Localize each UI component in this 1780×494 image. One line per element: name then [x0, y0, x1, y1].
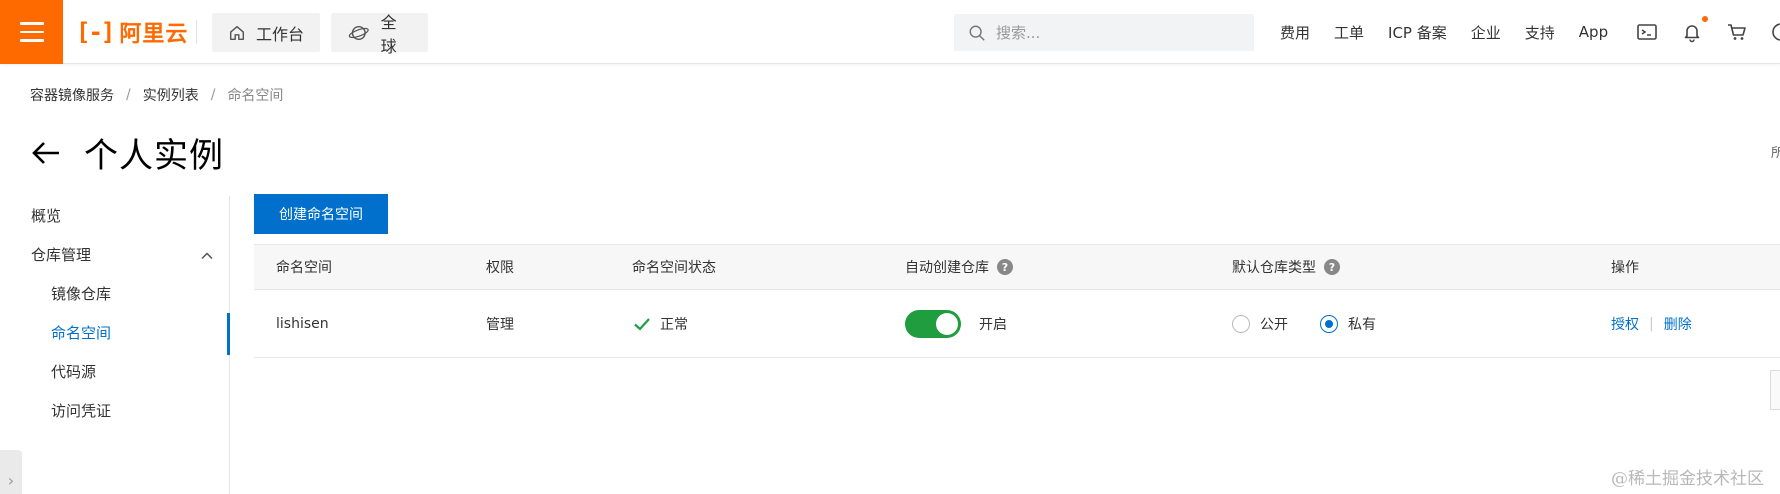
sidebar-item-code-source[interactable]: 代码源: [51, 361, 96, 382]
radio-private[interactable]: [1320, 314, 1338, 333]
terminal-icon[interactable]: [1636, 21, 1658, 43]
sidebar: 概览 仓库管理 镜像仓库 命名空间 代码源 访问凭证: [0, 196, 230, 494]
auto-create-state-label: 开启: [979, 316, 1007, 333]
breadcrumb-item-instance-list[interactable]: 实例列表: [143, 85, 199, 105]
sidebar-item-namespace[interactable]: 命名空间: [51, 322, 111, 343]
breadcrumb-separator: /: [210, 87, 216, 103]
table-header: 命名空间 权限 命名空间状态 自动创建仓库 ? 默认仓库类型 ? 操作: [254, 244, 1780, 290]
home-icon: [229, 25, 245, 40]
region-label: 全球: [380, 12, 397, 56]
watermark: @稀土掘金技术社区: [1611, 469, 1764, 489]
logo-divider: [196, 20, 197, 44]
nav-link-enterprise[interactable]: 企业: [1471, 22, 1501, 43]
breadcrumb-current: 命名空间: [227, 88, 284, 104]
column-header-default-type-label: 默认仓库类型: [1232, 260, 1316, 276]
sidebar-active-indicator: [227, 313, 230, 355]
clipped-right-widget[interactable]: [1770, 370, 1780, 410]
sidebar-item-overview[interactable]: 概览: [31, 205, 61, 226]
nav-link-support[interactable]: 支持: [1525, 22, 1555, 43]
aliyun-logo[interactable]: [-] 阿里云: [76, 18, 189, 47]
column-header-auto-create: 自动创建仓库 ?: [905, 245, 1013, 289]
sidebar-item-image-repo[interactable]: 镜像仓库: [51, 283, 111, 304]
status-text: 正常: [660, 316, 688, 333]
create-namespace-button[interactable]: 创建命名空间: [254, 194, 388, 234]
top-navigation-bar: [-] 阿里云 工作台 全球 费用 工单 ICP 备案 企业 支持 App: [0, 0, 1780, 64]
cell-namespace: lishisen: [276, 315, 329, 332]
delete-link[interactable]: 删除: [1664, 314, 1692, 334]
sidebar-group-repo-management[interactable]: 仓库管理: [31, 244, 91, 265]
radio-public[interactable]: [1232, 314, 1250, 333]
toggle-knob: [936, 312, 958, 335]
hamburger-menu-icon[interactable]: [0, 0, 63, 64]
back-arrow-icon[interactable]: [30, 137, 62, 169]
help-question-icon[interactable]: ?: [997, 259, 1013, 275]
action-divider: |: [1649, 315, 1654, 332]
column-header-status: 命名空间状态: [632, 260, 716, 276]
column-header-namespace: 命名空间: [276, 260, 332, 276]
search-icon: [969, 25, 985, 41]
workbench-button[interactable]: 工作台: [212, 13, 321, 52]
help-center-icon[interactable]: [1770, 21, 1780, 43]
nav-link-billing[interactable]: 费用: [1280, 22, 1310, 43]
workbench-label: 工作台: [256, 24, 305, 44]
authorize-link[interactable]: 授权: [1611, 314, 1639, 334]
checkmark-icon: [634, 317, 650, 331]
column-header-auto-create-label: 自动创建仓库: [905, 260, 989, 276]
bell-icon[interactable]: [1681, 21, 1703, 43]
cell-auto-create: 开启: [905, 290, 1007, 357]
auto-create-toggle[interactable]: [905, 309, 961, 338]
repo-type-radio-group: 公开 私有: [1232, 314, 1398, 334]
breadcrumb: 容器镜像服务 / 实例列表 / 命名空间: [30, 85, 283, 105]
column-header-default-type: 默认仓库类型 ?: [1232, 245, 1340, 289]
nav-link-app[interactable]: App: [1579, 23, 1608, 41]
chevron-up-icon[interactable]: [200, 249, 214, 263]
radio-private-label[interactable]: 私有: [1348, 314, 1376, 334]
breadcrumb-item-container-registry[interactable]: 容器镜像服务: [30, 85, 114, 105]
cell-default-type: 公开 私有: [1232, 290, 1398, 357]
search-input[interactable]: [996, 23, 1226, 42]
logo-text: 阿里云: [119, 22, 189, 47]
breadcrumb-separator: /: [126, 87, 131, 103]
page-header: 个人实例: [30, 128, 224, 177]
notification-dot: [1702, 16, 1708, 22]
cart-icon[interactable]: [1726, 21, 1748, 43]
namespace-table: 命名空间 权限 命名空间状态 自动创建仓库 ? 默认仓库类型 ? 操作 lish…: [254, 244, 1780, 358]
clipped-right-text: 所: [1771, 146, 1780, 161]
chevron-right-icon: ›: [7, 471, 15, 490]
radio-public-label[interactable]: 公开: [1260, 314, 1288, 334]
top-nav-links: 费用 工单 ICP 备案 企业 支持 App: [1280, 0, 1632, 64]
nav-link-icp[interactable]: ICP 备案: [1388, 22, 1447, 43]
aliyun-logo-mark-icon: [-]: [76, 18, 115, 46]
table-row: lishisen 管理 正常 开启 公开 私有 授权 | 删除: [254, 290, 1780, 358]
nav-link-tickets[interactable]: 工单: [1334, 22, 1364, 43]
cell-permission: 管理: [486, 316, 514, 333]
column-header-permission: 权限: [486, 260, 514, 276]
sidebar-collapse-tab[interactable]: ›: [0, 450, 22, 494]
page-title: 个人实例: [84, 136, 224, 176]
sidebar-item-access-credential[interactable]: 访问凭证: [51, 400, 111, 421]
cell-actions: 授权 | 删除: [1611, 290, 1692, 357]
global-search[interactable]: [954, 14, 1254, 51]
cell-status: 正常: [632, 290, 688, 357]
column-header-actions: 操作: [1611, 260, 1639, 276]
globe-icon: [348, 25, 369, 40]
region-selector-button[interactable]: 全球: [331, 13, 428, 56]
help-question-icon[interactable]: ?: [1324, 259, 1340, 275]
